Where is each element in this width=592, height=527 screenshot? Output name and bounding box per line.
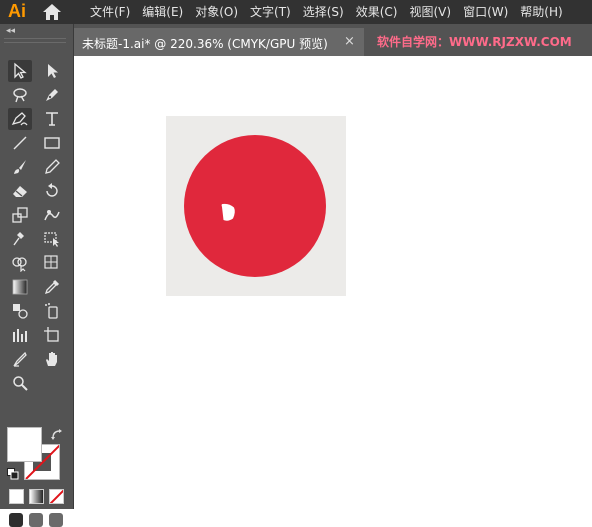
- symbol-sprayer-tool-icon[interactable]: [40, 300, 64, 322]
- pen-tool-icon[interactable]: [40, 84, 64, 106]
- direct-selection-tool-icon[interactable]: [40, 60, 64, 82]
- pencil-tool-icon[interactable]: [40, 156, 64, 178]
- menu-bar: Ai 文件(F) 编辑(E) 对象(O) 文字(T) 选择(S) 效果(C) 视…: [0, 0, 592, 24]
- gradient-mode-button[interactable]: [29, 489, 44, 504]
- menu-file[interactable]: 文件(F): [90, 0, 130, 24]
- curvature-tool-icon[interactable]: [8, 108, 32, 130]
- watermark-text: 软件自学网：WWW.RJZXW.COM: [377, 35, 572, 49]
- menu-type[interactable]: 文字(T): [250, 0, 291, 24]
- document-tab-title: 未标题-1.ai* @ 220.36% (CMYK/GPU 预览): [82, 37, 328, 51]
- selection-tool-icon[interactable]: [8, 60, 32, 82]
- live-paint-tool-icon[interactable]: [40, 252, 64, 274]
- slice-tool-icon[interactable]: [8, 348, 32, 370]
- default-fill-stroke-icon[interactable]: [7, 465, 19, 480]
- collapse-panel-icon[interactable]: ◂◂: [6, 26, 15, 36]
- eraser-tool-icon[interactable]: [8, 180, 32, 202]
- type-tool-icon[interactable]: [40, 108, 64, 130]
- menu-list: 文件(F) 编辑(E) 对象(O) 文字(T) 选择(S) 效果(C) 视图(V…: [90, 0, 575, 24]
- panel-grip[interactable]: [4, 38, 66, 43]
- gradient-tool-icon[interactable]: [8, 276, 32, 298]
- artboard-tool-icon[interactable]: [40, 324, 64, 346]
- document-tab-bar: 未标题-1.ai* @ 220.36% (CMYK/GPU 预览) × 软件自学…: [74, 24, 592, 56]
- color-mode-button[interactable]: [9, 489, 24, 504]
- puppet-warp-tool-icon[interactable]: [8, 228, 32, 250]
- scale-tool-icon[interactable]: [8, 204, 32, 226]
- menu-effect[interactable]: 效果(C): [356, 0, 398, 24]
- app-logo: Ai: [8, 1, 26, 21]
- document-tab[interactable]: 未标题-1.ai* @ 220.36% (CMYK/GPU 预览) ×: [74, 28, 364, 56]
- menu-view[interactable]: 视图(V): [409, 0, 451, 24]
- fill-swatch[interactable]: [7, 427, 42, 462]
- line-segment-tool-icon[interactable]: [8, 132, 32, 154]
- warp-tool-icon[interactable]: [40, 204, 64, 226]
- free-transform-tool-icon[interactable]: [40, 228, 64, 250]
- none-mode-button[interactable]: [49, 489, 64, 504]
- tools-panel: ◂◂: [0, 24, 74, 527]
- swap-fill-stroke-icon[interactable]: [50, 427, 64, 441]
- menu-edit[interactable]: 编辑(E): [142, 0, 183, 24]
- magic-wand-tool-icon[interactable]: [8, 84, 32, 106]
- column-graph-tool-icon[interactable]: [8, 324, 32, 346]
- rectangle-tool-icon[interactable]: [40, 132, 64, 154]
- none-slash-icon: [50, 490, 63, 503]
- draw-normal-icon[interactable]: [9, 513, 23, 527]
- menu-object[interactable]: 对象(O): [195, 0, 238, 24]
- red-circle-shape[interactable]: [184, 135, 326, 277]
- menu-window[interactable]: 窗口(W): [463, 0, 508, 24]
- shape-builder-tool-icon[interactable]: [8, 252, 32, 274]
- paintbrush-tool-icon[interactable]: [8, 156, 32, 178]
- zoom-tool-icon[interactable]: [8, 372, 32, 394]
- eyedropper-tool-icon[interactable]: [40, 276, 64, 298]
- hand-tool-icon[interactable]: [40, 348, 64, 370]
- menu-help[interactable]: 帮助(H): [520, 0, 562, 24]
- blend-tool-icon[interactable]: [8, 300, 32, 322]
- menu-select[interactable]: 选择(S): [303, 0, 344, 24]
- artwork[interactable]: [166, 116, 346, 296]
- draw-inside-icon[interactable]: [49, 513, 63, 527]
- close-tab-icon[interactable]: ×: [344, 34, 355, 49]
- rotate-tool-icon[interactable]: [40, 180, 64, 202]
- home-icon[interactable]: [42, 3, 62, 21]
- draw-behind-icon[interactable]: [29, 513, 43, 527]
